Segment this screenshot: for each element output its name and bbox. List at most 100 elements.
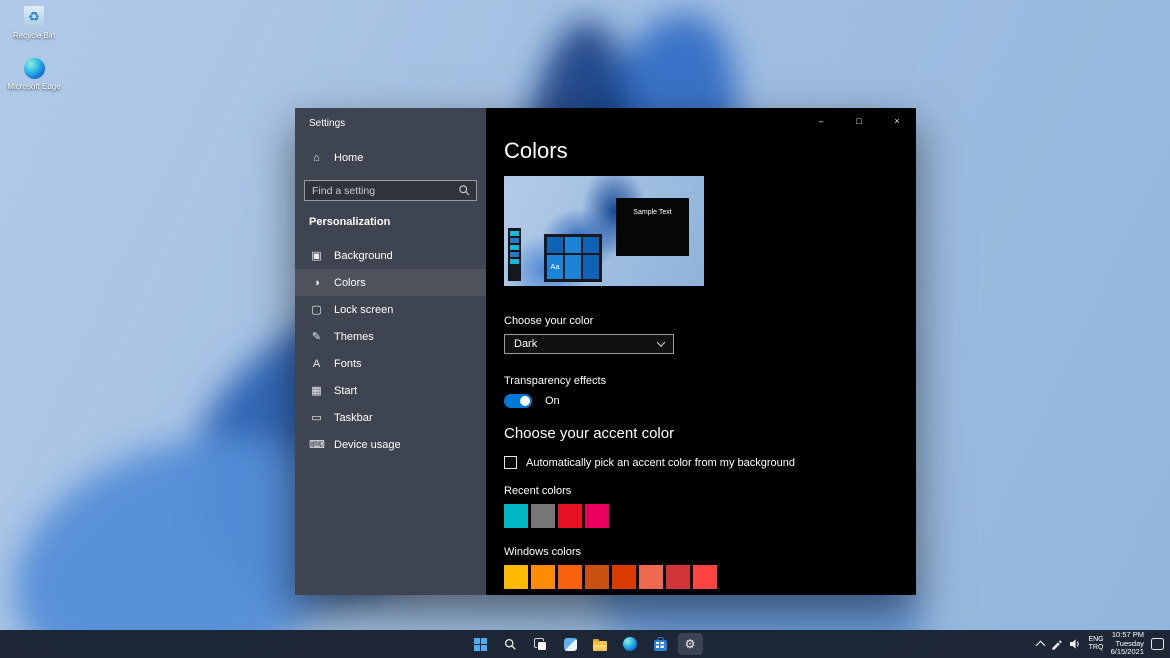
search-input[interactable]: [305, 182, 476, 201]
preview-sample-text: Sample Text: [633, 209, 671, 216]
color-swatch[interactable]: [531, 504, 555, 528]
minimize-button[interactable]: –: [802, 108, 840, 134]
gear-icon: ⚙: [685, 638, 696, 650]
recycle-glyph: ♻: [28, 6, 40, 28]
sidebar: Settings ⌂ Home Personalization ▣ Backgr…: [295, 108, 486, 595]
windows-colors-row: [504, 565, 916, 589]
desktop-icon-label: Recycle Bin: [2, 31, 66, 40]
widgets-icon: [564, 638, 577, 651]
sidebar-item-label: Home: [334, 152, 363, 164]
chevron-down-icon: [657, 338, 665, 346]
sidebar-item-taskbar[interactable]: ▭ Taskbar: [295, 404, 486, 431]
color-swatch[interactable]: [612, 565, 636, 589]
themes-icon: ✎: [309, 330, 324, 343]
settings-button[interactable]: ⚙: [678, 633, 703, 655]
sidebar-item-device-usage[interactable]: ⌨ Device usage: [295, 431, 486, 458]
color-mode-dropdown[interactable]: Dark: [504, 334, 674, 354]
close-button[interactable]: ×: [878, 108, 916, 134]
color-swatch[interactable]: [531, 565, 555, 589]
sidebar-item-home[interactable]: ⌂ Home: [295, 144, 486, 171]
desktop-icon-recycle-bin[interactable]: ♻ Recycle Bin: [2, 6, 66, 40]
sidebar-item-label: Taskbar: [334, 412, 373, 424]
clock[interactable]: 10:57 PM Tuesday 6/15/2021: [1111, 631, 1144, 657]
pen-icon[interactable]: [1051, 638, 1062, 650]
store-icon: [654, 640, 667, 651]
color-mode-preview: Aa Sample Text: [504, 176, 704, 286]
sidebar-item-start[interactable]: ▦ Start: [295, 377, 486, 404]
sidebar-item-lock-screen[interactable]: ▢ Lock screen: [295, 296, 486, 323]
sidebar-item-label: Background: [334, 250, 393, 262]
windows-colors-label: Windows colors: [504, 546, 916, 558]
window-controls: – □ ×: [802, 108, 916, 134]
choose-color-label: Choose your color: [504, 315, 916, 327]
tray-chevron-up-icon[interactable]: [1036, 640, 1046, 650]
start-button[interactable]: [468, 633, 493, 655]
device-usage-icon: ⌨: [309, 438, 324, 451]
sidebar-item-label: Start: [334, 385, 357, 397]
color-swatch[interactable]: [585, 565, 609, 589]
file-explorer-button[interactable]: [588, 633, 613, 655]
sidebar-item-colors[interactable]: ◑ Colors: [295, 269, 486, 296]
home-icon: ⌂: [309, 152, 324, 164]
checkbox-icon[interactable]: [504, 456, 517, 469]
lock-screen-icon: ▢: [309, 303, 324, 316]
desktop-icon-label: Microsoft Edge: [2, 82, 66, 91]
color-swatch[interactable]: [558, 504, 582, 528]
search-box[interactable]: [304, 180, 477, 201]
recycle-bin-icon: ♻: [24, 6, 44, 28]
color-swatch[interactable]: [639, 565, 663, 589]
edge-button[interactable]: [618, 633, 643, 655]
sidebar-item-label: Fonts: [334, 358, 362, 370]
sidebar-nav: ▣ Background ◑ Colors ▢ Lock screen ✎ Th…: [295, 242, 486, 458]
sidebar-item-background[interactable]: ▣ Background: [295, 242, 486, 269]
edge-icon: [623, 637, 637, 651]
system-tray: ENG TRQ 10:57 PM Tuesday 6/15/2021: [1037, 630, 1164, 658]
settings-window: Settings ⌂ Home Personalization ▣ Backgr…: [295, 108, 916, 595]
transparency-row: On: [504, 394, 916, 408]
windows-logo-icon: [474, 638, 487, 651]
sidebar-item-label: Device usage: [334, 439, 401, 451]
color-swatch[interactable]: [504, 565, 528, 589]
language-line2: TRQ: [1088, 644, 1103, 652]
language-line1: ENG: [1088, 636, 1103, 644]
search-icon: [458, 184, 471, 197]
language-indicator[interactable]: ENG TRQ: [1088, 636, 1103, 652]
toggle-knob: [520, 396, 530, 406]
task-view-icon: [534, 638, 547, 651]
notifications-icon[interactable]: [1151, 638, 1164, 650]
search-button[interactable]: [498, 633, 523, 655]
color-swatch[interactable]: [585, 504, 609, 528]
taskbar: ⚙ ENG TRQ 10:57 PM Tuesday 6/15/2021: [0, 630, 1170, 658]
color-mode-value: Dark: [514, 338, 537, 350]
preview-aa-tile: Aa: [547, 255, 563, 280]
maximize-button[interactable]: □: [840, 108, 878, 134]
store-button[interactable]: [648, 633, 673, 655]
sidebar-item-label: Lock screen: [334, 304, 393, 316]
widgets-button[interactable]: [558, 633, 583, 655]
taskbar-center: ⚙: [468, 633, 703, 655]
task-view-button[interactable]: [528, 633, 553, 655]
preview-sample-window: Sample Text: [616, 198, 689, 256]
edge-icon: [2, 58, 66, 79]
volume-icon[interactable]: [1069, 638, 1081, 650]
transparency-label: Transparency effects: [504, 375, 916, 387]
sidebar-item-fonts[interactable]: A Fonts: [295, 350, 486, 377]
color-swatch[interactable]: [693, 565, 717, 589]
taskbar-settings-icon: ▭: [309, 411, 324, 424]
transparency-toggle[interactable]: [504, 394, 532, 408]
color-swatch[interactable]: [558, 565, 582, 589]
page-title: Colors: [504, 138, 916, 164]
preview-nav-strip: [508, 228, 521, 281]
sidebar-item-themes[interactable]: ✎ Themes: [295, 323, 486, 350]
sidebar-section-title: Personalization: [309, 216, 486, 228]
auto-accent-label: Automatically pick an accent color from …: [526, 457, 795, 469]
sidebar-item-label: Colors: [334, 277, 366, 289]
recent-colors-label: Recent colors: [504, 485, 916, 497]
desktop-icon-microsoft-edge[interactable]: Microsoft Edge: [2, 58, 66, 91]
color-swatch[interactable]: [504, 504, 528, 528]
window-title: Settings: [309, 118, 486, 129]
recent-colors-row: [504, 504, 916, 528]
color-swatch[interactable]: [666, 565, 690, 589]
toggle-state-label: On: [545, 395, 560, 407]
auto-accent-checkbox-row[interactable]: Automatically pick an accent color from …: [504, 456, 916, 469]
